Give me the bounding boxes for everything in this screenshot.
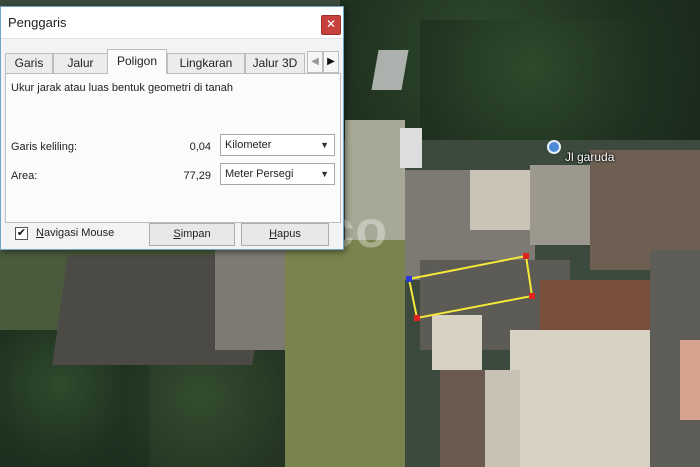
polygon-vertex-start [406, 276, 412, 282]
perimeter-value: 0,04 [189, 141, 211, 153]
save-button[interactable]: Simpan [149, 223, 235, 246]
tab-jalur-3d[interactable]: Jalur 3D [245, 53, 305, 73]
area-unit-select[interactable]: Meter Persegi ▼ [220, 163, 335, 185]
panel-description: Ukur jarak atau luas bentuk geometri di … [11, 82, 233, 94]
place-label[interactable]: Jl garuda [565, 150, 614, 164]
tab-jalur[interactable]: Jalur [53, 53, 108, 73]
tab-lingkaran[interactable]: Lingkaran [167, 53, 245, 73]
perimeter-label: Garis keliling: [11, 141, 78, 153]
chevron-down-icon: ▼ [320, 169, 329, 179]
close-button[interactable]: ✕ [321, 15, 341, 35]
chevron-right-icon[interactable]: ▶ [323, 51, 339, 73]
perimeter-unit-select[interactable]: Kilometer ▼ [220, 134, 335, 156]
tab-garis[interactable]: Garis [5, 53, 53, 73]
tab-bar: Garis Jalur Poligon Lingkaran Jalur 3D ◀… [5, 49, 341, 74]
title-bar[interactable]: Penggaris ✕ [1, 7, 343, 39]
area-value: 77,29 [183, 170, 211, 182]
tab-poligon[interactable]: Poligon [107, 49, 167, 74]
close-icon: ✕ [325, 17, 337, 31]
delete-button[interactable]: Hapus [241, 223, 329, 246]
dialog-footer: ✔ Navigasi Mouse Simpan Hapus [1, 223, 345, 249]
chevron-left-icon[interactable]: ◀ [307, 51, 323, 73]
ruler-dialog: Penggaris ✕ Garis Jalur Poligon Lingkara… [0, 6, 344, 250]
mouse-navigation-label[interactable]: Navigasi Mouse [36, 227, 114, 239]
polygon-vertex [529, 293, 535, 299]
polygon-vertex [523, 253, 529, 259]
window-title: Penggaris [8, 15, 67, 30]
polygon-outline [407, 254, 534, 320]
perimeter-unit: Kilometer [225, 139, 272, 151]
area-unit: Meter Persegi [225, 168, 294, 180]
place-pin-icon[interactable] [547, 140, 561, 154]
poligon-panel: Ukur jarak atau luas bentuk geometri di … [5, 73, 341, 223]
mouse-navigation-checkbox[interactable]: ✔ [15, 227, 28, 240]
check-icon: ✔ [16, 227, 27, 239]
area-label: Area: [11, 170, 38, 182]
polygon-vertex [414, 315, 420, 321]
chevron-down-icon: ▼ [320, 140, 329, 150]
